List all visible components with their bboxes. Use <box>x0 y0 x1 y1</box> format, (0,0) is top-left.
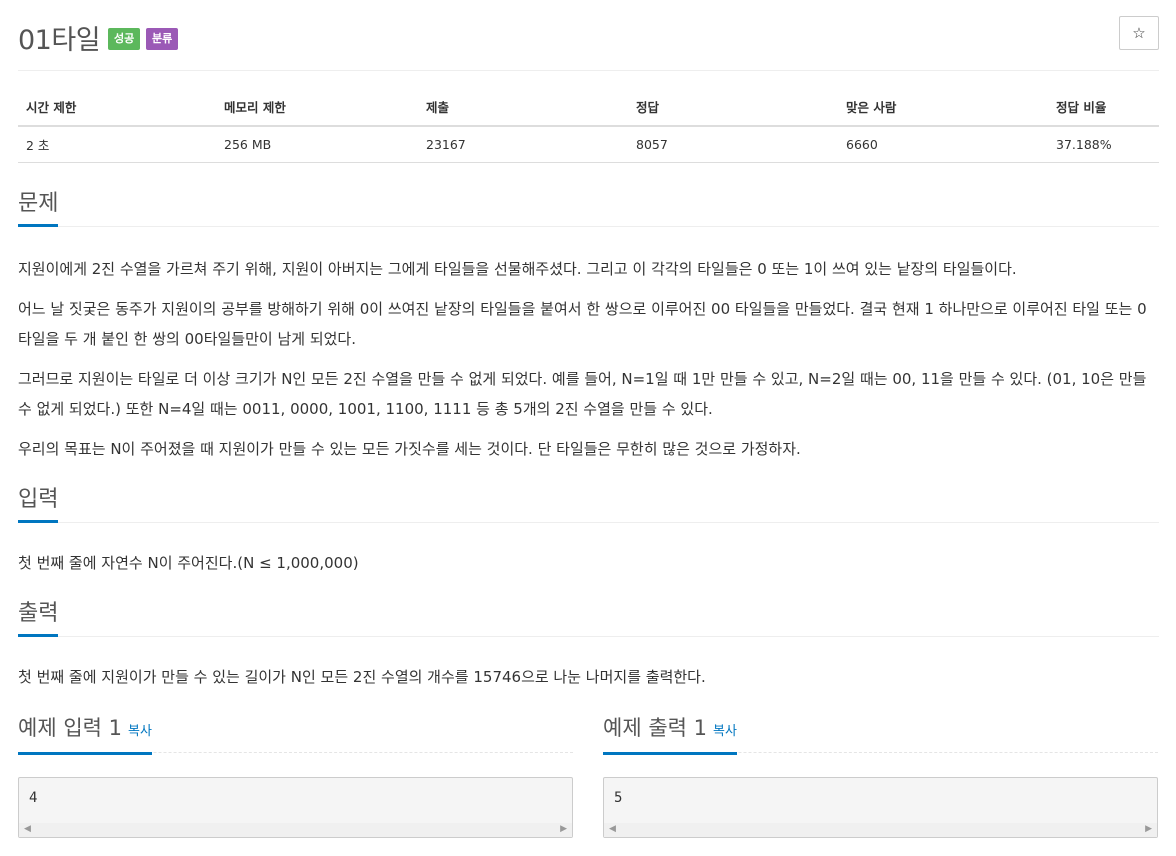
copy-output-button[interactable]: 복사 <box>713 724 737 739</box>
header-accepted: 정답 <box>628 88 838 127</box>
example-output-panel: 예제 출력 1 복사 5 ◀ ▶ <box>603 712 1158 838</box>
output-description: 첫 번째 줄에 지원이가 만들 수 있는 길이가 N인 모든 2진 수열의 개수… <box>18 668 706 686</box>
memory-limit-value: 256 MB <box>216 126 418 163</box>
problem-section: 문제 <box>18 190 1159 227</box>
example-output-header: 예제 출력 1 복사 <box>603 712 1158 755</box>
problem-paragraph-2: 어느 날 짓궂은 동주가 지원이의 공부를 방해하기 위해 0이 쓰여진 낱장의… <box>18 300 1147 348</box>
example-input-box[interactable]: 4 ◀ ▶ <box>18 777 573 838</box>
problem-header: 01타일 성공 분류 ☆ <box>18 0 1159 71</box>
example-output-value: 5 <box>614 790 623 806</box>
problem-paragraph-4: 우리의 목표는 N이 주어졌을 때 지원이가 만들 수 있는 모든 가짓수를 세… <box>18 440 801 458</box>
header-submissions: 제출 <box>418 88 628 127</box>
accepted-value[interactable]: 8057 <box>628 126 838 163</box>
horizontal-scrollbar[interactable]: ◀ ▶ <box>19 823 572 837</box>
example-output-box[interactable]: 5 ◀ ▶ <box>603 777 1158 838</box>
copy-input-button[interactable]: 복사 <box>128 724 152 739</box>
output-section: 출력 <box>18 600 1159 637</box>
problem-title: 01타일 <box>18 25 101 56</box>
section-title: 입력 <box>18 486 59 523</box>
scroll-right-icon[interactable]: ▶ <box>1145 824 1152 834</box>
success-badge[interactable]: 성공 <box>108 28 141 50</box>
input-section: 입력 <box>18 486 1159 523</box>
example-input-header: 예제 입력 1 복사 <box>18 712 573 755</box>
scroll-left-icon[interactable]: ◀ <box>609 824 616 834</box>
example-input-panel: 예제 입력 1 복사 4 ◀ ▶ <box>18 712 573 838</box>
time-limit-value: 2 초 <box>18 126 216 163</box>
header-time-limit: 시간 제한 <box>18 88 216 127</box>
problem-page: 01타일 성공 분류 ☆ 시간 제한 메모리 제한 제출 정답 맞은 사람 정답… <box>18 0 1159 838</box>
problem-paragraph-3: 그러므로 지원이는 타일로 더 이상 크기가 N인 모든 2진 수열을 만들 수… <box>18 370 1147 418</box>
solvers-value[interactable]: 6660 <box>838 126 1048 163</box>
submissions-value[interactable]: 23167 <box>418 126 628 163</box>
section-header: 입력 <box>18 486 1159 523</box>
table-header-row: 시간 제한 메모리 제한 제출 정답 맞은 사람 정답 비율 <box>18 88 1159 127</box>
input-description: 첫 번째 줄에 자연수 N이 주어진다.(N ≤ 1,000,000) <box>18 554 359 572</box>
category-badge[interactable]: 분류 <box>146 28 179 50</box>
section-header: 문제 <box>18 190 1159 227</box>
example-output-title: 예제 출력 1 <box>603 716 707 740</box>
example-output-title-wrap: 예제 출력 1 복사 <box>603 714 737 755</box>
star-icon[interactable]: ☆ <box>1119 16 1159 50</box>
section-title: 출력 <box>18 600 59 637</box>
horizontal-scrollbar[interactable]: ◀ ▶ <box>604 823 1157 837</box>
example-input-title-wrap: 예제 입력 1 복사 <box>18 714 152 755</box>
section-title: 문제 <box>18 190 59 227</box>
section-header: 출력 <box>18 600 1159 637</box>
header-memory-limit: 메모리 제한 <box>216 88 418 127</box>
header-accepted-ratio: 정답 비율 <box>1048 88 1159 127</box>
example-input-value: 4 <box>29 790 38 806</box>
table-row: 2 초 256 MB 23167 8057 6660 37.188% <box>18 126 1159 163</box>
accepted-ratio-value: 37.188% <box>1048 126 1159 163</box>
problem-paragraph-1: 지원이에게 2진 수열을 가르쳐 주기 위해, 지원이 아버지는 그에게 타일들… <box>18 260 1017 278</box>
problem-info-table: 시간 제한 메모리 제한 제출 정답 맞은 사람 정답 비율 2 초 256 M… <box>18 88 1159 163</box>
example-input-title: 예제 입력 1 <box>18 716 122 740</box>
scroll-right-icon[interactable]: ▶ <box>560 824 567 834</box>
scroll-left-icon[interactable]: ◀ <box>24 824 31 834</box>
header-solvers: 맞은 사람 <box>838 88 1048 127</box>
